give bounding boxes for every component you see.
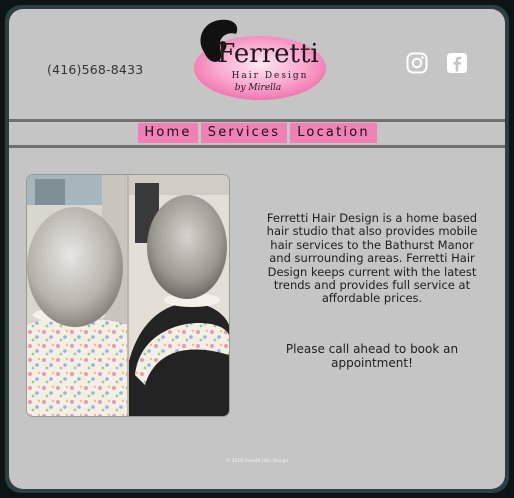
facebook-icon — [447, 53, 467, 73]
logo-name: Ferretti — [217, 39, 318, 69]
nav-top-divider — [9, 119, 505, 122]
main-nav: Home Services Location — [0, 123, 514, 143]
site-logo[interactable]: Ferretti Hair Design by Mirella — [190, 18, 328, 102]
logo-tagline: Hair Design — [232, 71, 309, 81]
about-text: Ferretti Hair Design is a home based hai… — [266, 211, 478, 306]
footer-copyright: © 2018 Ferretti Hair Design — [225, 459, 289, 464]
phone-number[interactable]: (416)568-8433 — [47, 62, 143, 77]
instagram-icon — [406, 52, 428, 74]
nav-services[interactable]: Services — [201, 123, 287, 143]
logo-byline: by Mirella — [235, 83, 282, 93]
logo-graphic: Ferretti Hair Design by Mirella — [194, 19, 326, 100]
nav-location[interactable]: Location — [290, 123, 377, 143]
nav-home[interactable]: Home — [138, 123, 198, 143]
before-after-photo — [27, 175, 229, 416]
instagram-link[interactable] — [406, 52, 428, 74]
nav-bottom-divider — [9, 145, 505, 148]
facebook-link[interactable] — [446, 52, 468, 74]
booking-cta: Please call ahead to book an appointment… — [285, 342, 459, 370]
